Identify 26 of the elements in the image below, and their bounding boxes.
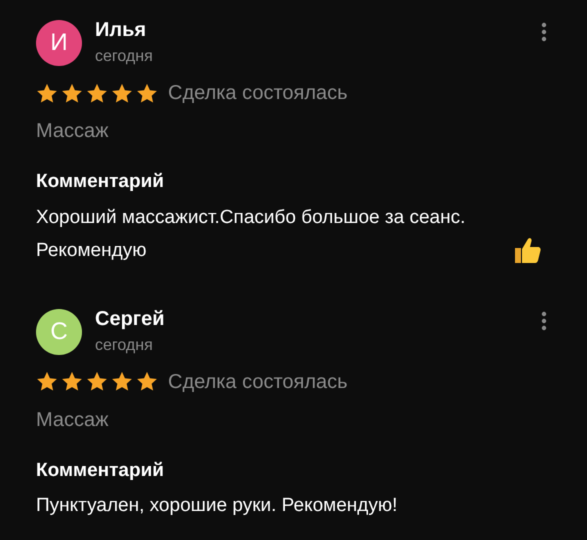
- star-icon: [86, 371, 108, 392]
- review-date: сегодня: [95, 336, 154, 356]
- more-icon[interactable]: [541, 310, 547, 330]
- star-icon: [111, 371, 133, 392]
- service-name: Массаж: [36, 119, 110, 144]
- star-icon: [36, 82, 58, 104]
- star-icon: [61, 82, 83, 104]
- deal-status: Сделка состоялась: [168, 370, 348, 394]
- comment-text: Пунктуален, хорошие руки. Рекомендую!: [36, 494, 398, 518]
- deal-status: Сделка состоялась: [168, 81, 348, 106]
- comment-heading: Комментарий: [36, 170, 165, 194]
- reviewer-name: Илья: [95, 18, 148, 43]
- avatar: И: [36, 20, 82, 66]
- review-date: сегодня: [95, 47, 154, 67]
- reviewer-name: Сергей: [95, 306, 166, 332]
- comment-heading: Комментарий: [36, 458, 165, 482]
- star-icon: [36, 371, 58, 392]
- star-icon: [111, 82, 133, 104]
- more-icon[interactable]: [541, 22, 547, 42]
- star-icon: [136, 371, 158, 392]
- avatar: С: [36, 308, 82, 354]
- star-icon: [86, 82, 108, 104]
- service-name: Массаж: [36, 408, 110, 432]
- comment-text: Хороший массажист.Спасибо большое за сеанс. Рекомендую: [36, 206, 466, 262]
- star-icon: [61, 371, 83, 392]
- star-icon: [136, 82, 158, 104]
